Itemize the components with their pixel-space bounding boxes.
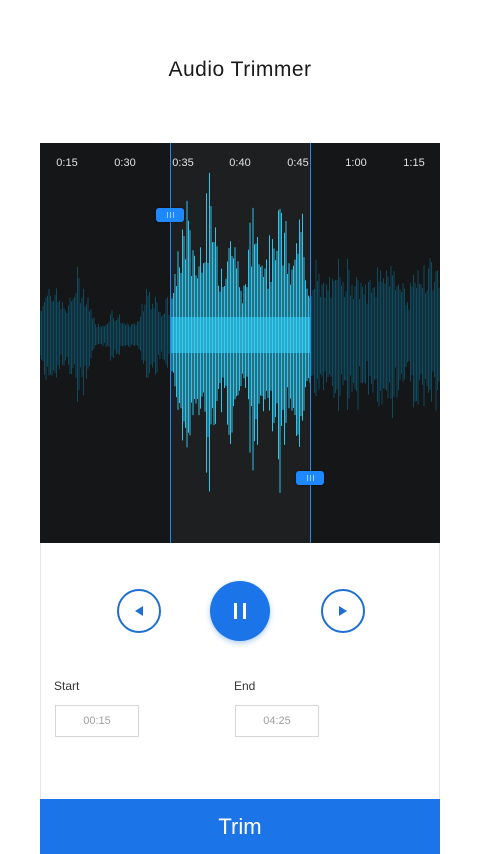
trim-button[interactable]: Trim (40, 799, 440, 854)
timeline-ticks: 0:15 0:30 0:35 0:40 0:45 1:00 1:15 (40, 157, 440, 173)
rewind-button[interactable] (117, 589, 161, 633)
tick-label: 0:45 (287, 157, 309, 169)
rewind-triangle-icon (135, 606, 143, 616)
tick-label: 0:15 (56, 157, 78, 169)
end-label: End (234, 679, 256, 693)
tick-label: 1:15 (403, 157, 425, 169)
waveform-panel[interactable]: 0:15 0:30 0:35 0:40 0:45 1:00 1:15 (40, 143, 440, 543)
page-title: Audio Trimmer (168, 58, 312, 81)
tick-label: 0:40 (229, 157, 251, 169)
tick-label: 0:30 (114, 157, 136, 169)
selection-region[interactable] (170, 143, 311, 543)
start-label: Start (54, 679, 80, 693)
start-time-input[interactable]: 00:15 (55, 705, 139, 737)
forward-button[interactable] (321, 589, 365, 633)
pause-icon (234, 603, 246, 619)
end-handle[interactable] (296, 471, 324, 485)
tick-label: 0:35 (172, 157, 194, 169)
start-marker-line[interactable] (170, 143, 171, 543)
tick-label: 1:00 (345, 157, 367, 169)
forward-triangle-icon (339, 606, 347, 616)
pause-button[interactable] (210, 581, 270, 641)
start-handle[interactable] (156, 208, 184, 222)
end-time-input[interactable]: 04:25 (235, 705, 319, 737)
playback-controls (40, 580, 440, 642)
